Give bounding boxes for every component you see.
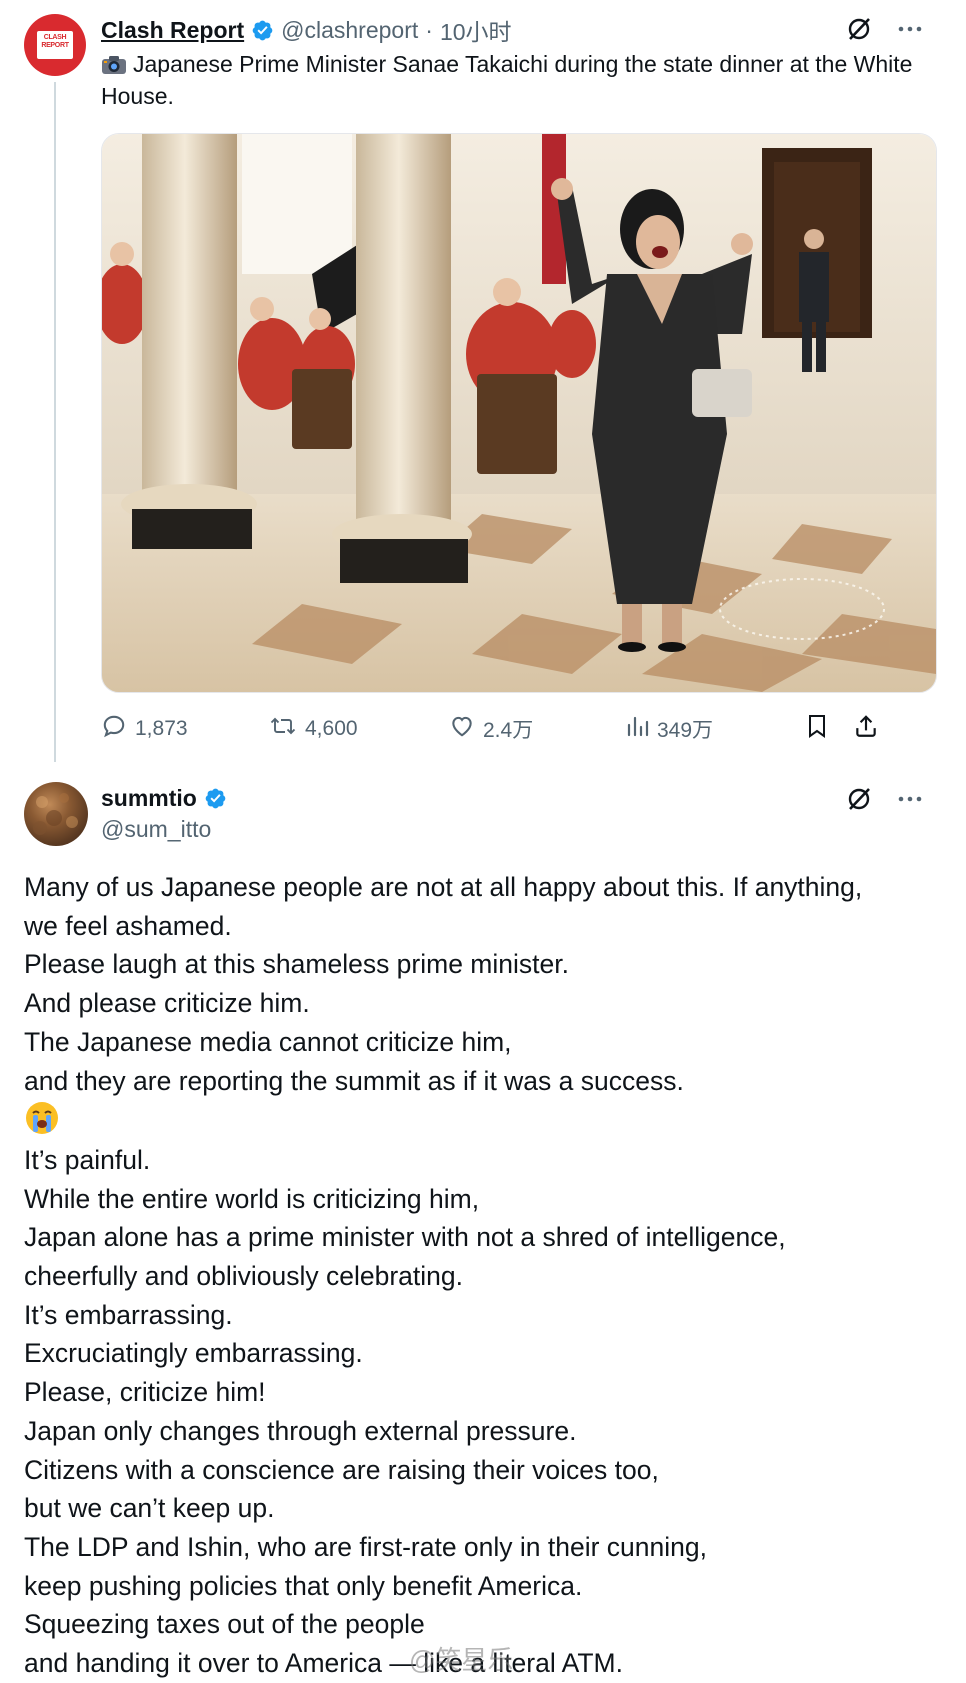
summtio-avatar[interactable] — [24, 782, 88, 846]
body-line: Squeezing taxes out of the people — [24, 1609, 425, 1640]
body-line: And please criticize him. — [24, 988, 310, 1019]
reply-icon — [101, 713, 127, 745]
grok-slash-icon[interactable] — [846, 786, 872, 812]
author-name[interactable]: Clash Report — [101, 17, 244, 44]
post2-top-actions — [846, 786, 922, 812]
post1-text: Japanese Prime Minister Sanae Takaichi d… — [101, 48, 921, 112]
loudly-crying-face-icon — [24, 1100, 60, 1136]
post-photo[interactable] — [101, 133, 937, 693]
author-name[interactable]: summtio — [101, 785, 197, 812]
heart-icon — [449, 713, 475, 745]
weibo-watermark: @笑星乐 — [409, 1645, 514, 1675]
post-time[interactable]: 10小时 — [440, 13, 512, 47]
views-button[interactable]: 349万 — [625, 712, 713, 746]
author-handle[interactable]: @sum_itto — [101, 816, 211, 843]
body-line: Japan only changes through external pres… — [24, 1415, 577, 1446]
camera-icon — [101, 51, 127, 74]
more-options-icon[interactable] — [898, 25, 922, 33]
body-line: but we can’t keep up. — [24, 1493, 275, 1524]
post1-header: Clash Report @clashreport · 10小时 — [101, 14, 512, 46]
engagement-bar: 1,873 4,600 2.4万 349万 — [101, 712, 935, 746]
post2-body: Many of us Japanese people are not at al… — [24, 868, 944, 1683]
body-line: Many of us Japanese people are not at al… — [24, 872, 863, 902]
grok-slash-icon[interactable] — [846, 16, 872, 42]
repost-button[interactable]: 4,600 — [269, 712, 358, 746]
reply-count: 1,873 — [135, 717, 188, 740]
reply-button[interactable]: 1,873 — [101, 712, 188, 746]
dot-separator: · — [425, 16, 433, 43]
author-handle[interactable]: @clashreport — [281, 17, 418, 44]
share-button[interactable] — [853, 712, 879, 746]
views-chart-icon — [625, 714, 649, 744]
thread-connector-line — [54, 82, 56, 762]
body-line: Japan alone has a prime minister with no… — [24, 1222, 786, 1253]
clash-report-avatar[interactable]: CLASH REPORT — [24, 14, 86, 76]
body-line: we feel ashamed. — [24, 910, 232, 941]
more-options-icon[interactable] — [898, 795, 922, 803]
bookmark-button[interactable] — [805, 712, 829, 746]
share-icon — [853, 713, 879, 745]
body-line: and they are reporting the summit as if … — [24, 1065, 684, 1096]
verified-badge-icon — [251, 19, 274, 42]
body-line: keep pushing policies that only benefit … — [24, 1570, 583, 1601]
emoji-line — [24, 1100, 944, 1141]
views-count: 349万 — [657, 719, 714, 742]
body-line: While the entire world is criticizing hi… — [24, 1183, 480, 1214]
body-line: The LDP and Ishin, who are first-rate on… — [24, 1531, 707, 1562]
verified-badge-icon — [204, 787, 227, 810]
body-line: Please, criticize him! — [24, 1377, 266, 1408]
body-line: cheerfully and obliviously celebrating. — [24, 1261, 463, 1292]
repost-count: 4,600 — [305, 717, 358, 740]
post1-top-actions — [846, 16, 922, 42]
body-line: Excruciatingly embarrassing. — [24, 1338, 363, 1369]
avatar-logo-text: CLASH REPORT — [41, 34, 69, 49]
repost-icon — [269, 713, 297, 745]
body-line: The Japanese media cannot criticize him, — [24, 1026, 512, 1057]
body-line: It’s embarrassing. — [24, 1299, 233, 1330]
like-button[interactable]: 2.4万 — [449, 712, 533, 746]
body-line: It’s painful. — [24, 1144, 151, 1175]
post1-caption: Japanese Prime Minister Sanae Takaichi d… — [101, 51, 913, 109]
body-line: Citizens with a conscience are raising t… — [24, 1454, 659, 1485]
body-line: Please laugh at this shameless prime min… — [24, 949, 569, 980]
bookmark-icon — [805, 713, 829, 745]
like-count: 2.4万 — [483, 719, 534, 742]
post2-header: summtio — [101, 782, 227, 814]
